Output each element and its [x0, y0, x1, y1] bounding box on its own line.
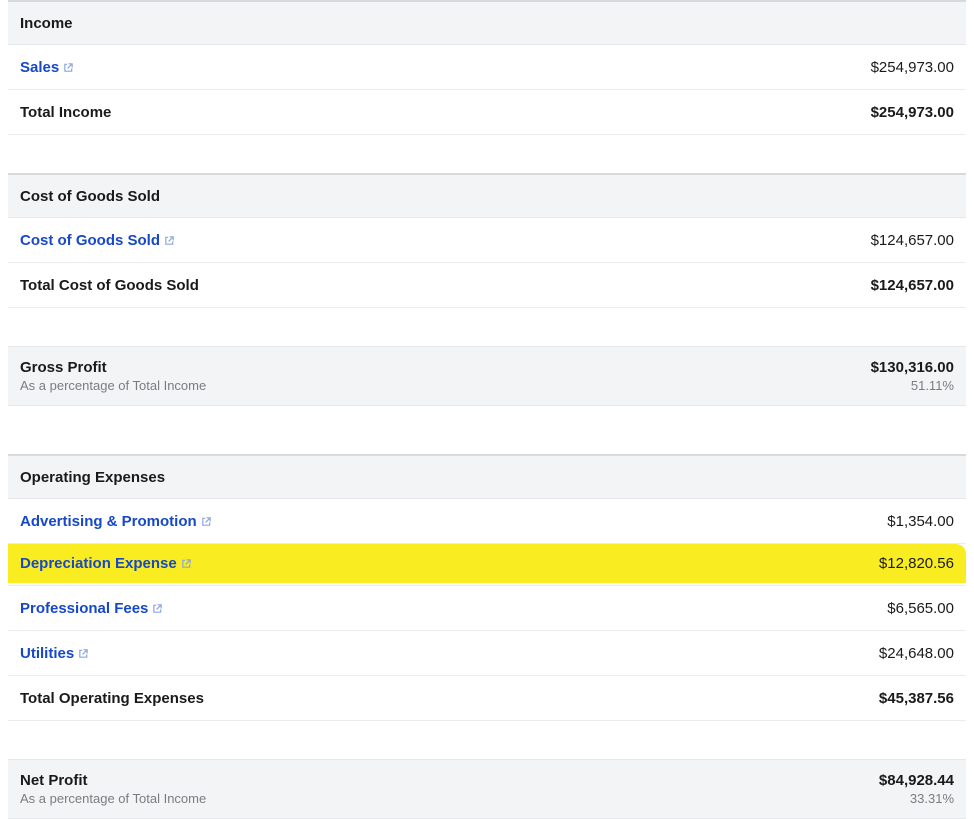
utilities-amount: $24,648.00: [879, 645, 954, 662]
cogs-total-row: Total Cost of Goods Sold $124,657.00: [8, 263, 966, 308]
cogs-total-amount: $124,657.00: [871, 277, 954, 294]
net-profit-amount: $84,928.44: [879, 772, 954, 789]
sales-link[interactable]: Sales: [20, 59, 74, 76]
profit-loss-report: Income Sales $254,973.00 Total Income $2…: [0, 0, 974, 819]
external-link-icon: [63, 62, 74, 73]
professional-fees-label: Professional Fees: [20, 600, 148, 617]
utilities-link[interactable]: Utilities: [20, 645, 89, 662]
income-section-header: Income: [8, 0, 966, 45]
income-line-sales: Sales $254,973.00: [8, 45, 966, 90]
advertising-link[interactable]: Advertising & Promotion: [20, 513, 212, 530]
cogs-line: Cost of Goods Sold $124,657.00: [8, 218, 966, 263]
external-link-icon: [164, 235, 175, 246]
net-profit-sub: As a percentage of Total Income: [20, 791, 206, 806]
income-total-row: Total Income $254,973.00: [8, 90, 966, 135]
external-link-icon: [181, 558, 192, 569]
cogs-label: Cost of Goods Sold: [20, 232, 160, 249]
cogs-link[interactable]: Cost of Goods Sold: [20, 232, 175, 249]
sales-amount: $254,973.00: [871, 59, 954, 76]
gross-profit-pct: 51.11%: [911, 378, 954, 393]
cogs-total-label: Total Cost of Goods Sold: [20, 277, 871, 294]
opex-line-utilities: Utilities $24,648.00: [8, 631, 966, 676]
net-profit-pct: 33.31%: [910, 791, 954, 806]
gross-profit-amount: $130,316.00: [871, 359, 954, 376]
external-link-icon: [201, 516, 212, 527]
depreciation-label: Depreciation Expense: [20, 555, 177, 572]
cogs-amount: $124,657.00: [871, 232, 954, 249]
advertising-label: Advertising & Promotion: [20, 513, 197, 530]
opex-total-amount: $45,387.56: [879, 690, 954, 707]
net-profit-summary: Net Profit As a percentage of Total Inco…: [8, 759, 966, 819]
income-total-amount: $254,973.00: [871, 104, 954, 121]
gross-profit-title: Gross Profit: [20, 359, 206, 376]
sales-label: Sales: [20, 59, 59, 76]
opex-line-depreciation: Depreciation Expense $12,820.56: [8, 544, 966, 583]
advertising-amount: $1,354.00: [887, 513, 954, 530]
external-link-icon: [78, 648, 89, 659]
depreciation-link[interactable]: Depreciation Expense: [20, 555, 192, 572]
net-profit-title: Net Profit: [20, 772, 206, 789]
cogs-section-header: Cost of Goods Sold: [8, 173, 966, 218]
depreciation-amount: $12,820.56: [879, 555, 954, 572]
opex-line-advertising: Advertising & Promotion $1,354.00: [8, 499, 966, 544]
professional-fees-amount: $6,565.00: [887, 600, 954, 617]
gross-profit-summary: Gross Profit As a percentage of Total In…: [8, 346, 966, 406]
opex-total-label: Total Operating Expenses: [20, 690, 879, 707]
income-total-label: Total Income: [20, 104, 871, 121]
gross-profit-sub: As a percentage of Total Income: [20, 378, 206, 393]
utilities-label: Utilities: [20, 645, 74, 662]
opex-total-row: Total Operating Expenses $45,387.56: [8, 676, 966, 721]
external-link-icon: [152, 603, 163, 614]
opex-section-header: Operating Expenses: [8, 454, 966, 499]
professional-fees-link[interactable]: Professional Fees: [20, 600, 163, 617]
opex-line-professional-fees: Professional Fees $6,565.00: [8, 585, 966, 631]
